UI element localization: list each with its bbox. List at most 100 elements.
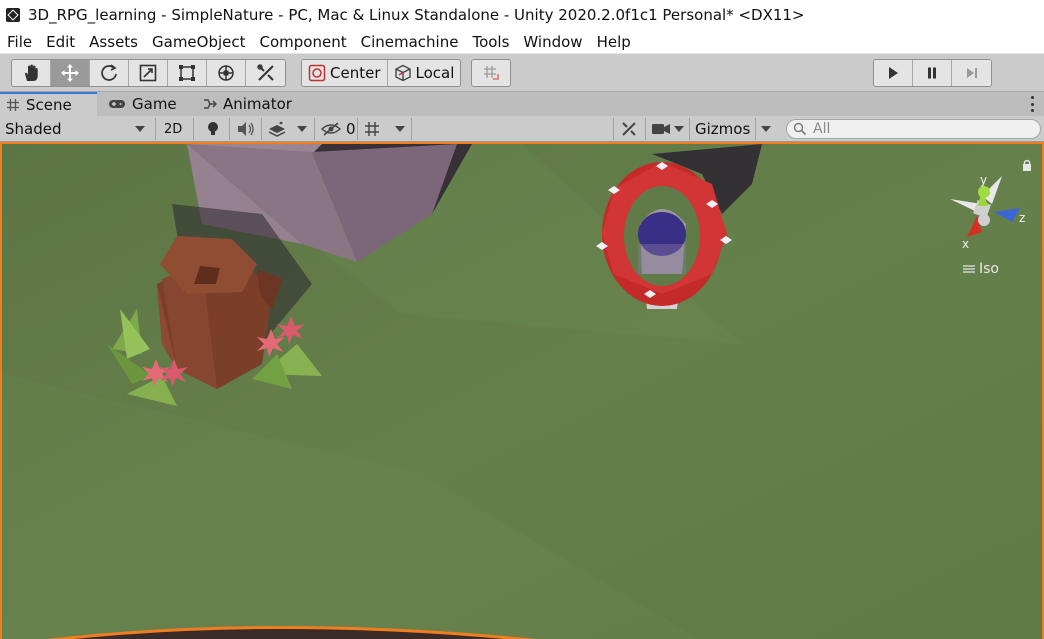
custom-tool-button[interactable] bbox=[246, 60, 285, 86]
grid-snap-icon bbox=[484, 66, 499, 80]
projection-label: Iso bbox=[979, 261, 999, 277]
animator-icon bbox=[204, 99, 217, 109]
scene-viewport[interactable]: y z x Iso bbox=[0, 142, 1044, 639]
speaker-icon bbox=[238, 122, 254, 136]
hidden-objects-toggle[interactable]: 0 bbox=[321, 116, 356, 142]
menu-gameobject[interactable]: GameObject bbox=[145, 33, 253, 51]
camera-icon bbox=[652, 124, 670, 134]
camera-settings-button[interactable] bbox=[651, 116, 671, 142]
local-cube-icon bbox=[394, 64, 411, 82]
projection-toggle[interactable]: Iso bbox=[962, 261, 999, 277]
play-button[interactable] bbox=[874, 60, 913, 86]
menu-edit[interactable]: Edit bbox=[39, 33, 82, 51]
hand-icon bbox=[25, 64, 38, 81]
lighting-toggle[interactable] bbox=[205, 116, 221, 142]
tab-game-label: Game bbox=[132, 95, 177, 113]
scene-tools-button[interactable] bbox=[620, 116, 638, 142]
menu-assets[interactable]: Assets bbox=[82, 33, 145, 51]
layers-icon bbox=[268, 121, 286, 137]
chevron-down-icon bbox=[135, 126, 145, 132]
pivot-center-button[interactable]: Center bbox=[302, 60, 388, 86]
tab-bar: Scene Game Animator bbox=[0, 92, 1044, 116]
draw-mode-value: Shaded bbox=[5, 120, 62, 138]
pause-icon bbox=[928, 67, 936, 79]
tab-options-menu-icon[interactable] bbox=[1030, 96, 1034, 112]
gizmos-button[interactable]: Gizmos bbox=[695, 116, 750, 142]
rotate-tool-button[interactable] bbox=[90, 60, 129, 86]
transform-icon bbox=[218, 65, 234, 81]
effects-dropdown[interactable] bbox=[297, 116, 307, 142]
gamepad-icon bbox=[109, 100, 125, 108]
gizmo-z-label: z bbox=[1019, 211, 1025, 225]
move-icon bbox=[61, 64, 79, 82]
search-icon bbox=[793, 122, 807, 136]
step-button[interactable] bbox=[952, 60, 991, 86]
playback-controls bbox=[873, 59, 992, 87]
menu-window[interactable]: Window bbox=[516, 33, 589, 51]
chevron-down-icon bbox=[674, 126, 684, 132]
window-title: 3D_RPG_learning - SimpleNature - PC, Mac… bbox=[28, 6, 805, 24]
scene-search-input[interactable]: All bbox=[786, 119, 1041, 139]
draw-mode-dropdown[interactable]: Shaded bbox=[5, 116, 150, 142]
tab-scene[interactable]: Scene bbox=[0, 92, 97, 116]
gizmo-x-label: x bbox=[962, 237, 969, 251]
chevron-down-icon bbox=[297, 126, 307, 132]
pivot-toggles: Center Local bbox=[301, 59, 462, 87]
menu-lines-icon bbox=[963, 265, 975, 273]
pivot-center-icon bbox=[308, 64, 326, 82]
tab-game[interactable]: Game bbox=[102, 92, 183, 116]
play-icon bbox=[889, 67, 898, 79]
grid-toggle[interactable] bbox=[363, 116, 381, 142]
effects-toggle[interactable] bbox=[267, 116, 287, 142]
audio-toggle[interactable] bbox=[236, 116, 256, 142]
pivot-center-label: Center bbox=[330, 64, 381, 82]
scene-render: y z x bbox=[2, 144, 1042, 639]
step-icon bbox=[966, 68, 977, 78]
grid-dropdown[interactable] bbox=[395, 116, 405, 142]
hand-tool-button[interactable] bbox=[12, 60, 51, 86]
pause-button[interactable] bbox=[913, 60, 952, 86]
menu-cinemachine[interactable]: Cinemachine bbox=[354, 33, 466, 51]
transform-tool-button[interactable] bbox=[207, 60, 246, 86]
title-bar: 3D_RPG_learning - SimpleNature - PC, Mac… bbox=[0, 0, 1044, 30]
2d-toggle-label: 2D bbox=[164, 121, 183, 137]
grid-visibility-icon bbox=[365, 122, 379, 136]
tab-scene-label: Scene bbox=[26, 96, 72, 114]
pivot-local-label: Local bbox=[415, 64, 455, 82]
rotate-icon bbox=[101, 64, 117, 81]
pivot-local-button[interactable]: Local bbox=[387, 60, 461, 86]
gizmo-y-label: y bbox=[980, 173, 987, 187]
2d-toggle-button[interactable]: 2D bbox=[164, 116, 182, 142]
rect-tool-button[interactable] bbox=[168, 60, 207, 86]
grid-snap-button[interactable] bbox=[472, 60, 510, 86]
unity-logo-icon bbox=[6, 8, 20, 22]
tools-icon bbox=[622, 122, 636, 136]
grid-icon bbox=[7, 99, 19, 111]
menu-bar: File Edit Assets GameObject Component Ci… bbox=[0, 30, 1044, 54]
transform-tools bbox=[11, 59, 286, 87]
chevron-down-icon bbox=[761, 126, 771, 132]
rect-icon bbox=[179, 65, 195, 81]
menu-tools[interactable]: Tools bbox=[465, 33, 516, 51]
camera-dropdown[interactable] bbox=[674, 116, 684, 142]
tab-animator-label: Animator bbox=[223, 95, 292, 113]
tools-icon bbox=[256, 64, 274, 81]
lock-icon[interactable] bbox=[1022, 159, 1032, 171]
scale-icon bbox=[139, 64, 157, 82]
eye-hidden-icon bbox=[321, 122, 341, 136]
hidden-count: 0 bbox=[346, 120, 356, 138]
gizmos-dropdown[interactable] bbox=[761, 116, 771, 142]
scale-tool-button[interactable] bbox=[129, 60, 168, 86]
snap-group bbox=[471, 59, 511, 87]
move-tool-button[interactable] bbox=[51, 60, 90, 86]
lightbulb-icon bbox=[208, 122, 218, 135]
menu-component[interactable]: Component bbox=[253, 33, 354, 51]
search-placeholder: All bbox=[813, 121, 831, 137]
tab-animator[interactable]: Animator bbox=[197, 92, 298, 116]
gizmos-label: Gizmos bbox=[695, 120, 751, 138]
chevron-down-icon bbox=[395, 126, 405, 132]
menu-file[interactable]: File bbox=[0, 33, 39, 51]
menu-help[interactable]: Help bbox=[590, 33, 638, 51]
main-toolbar: Center Local bbox=[0, 54, 1044, 92]
scene-toolbar: Shaded 2D 0 Gizmos All bbox=[0, 116, 1044, 142]
